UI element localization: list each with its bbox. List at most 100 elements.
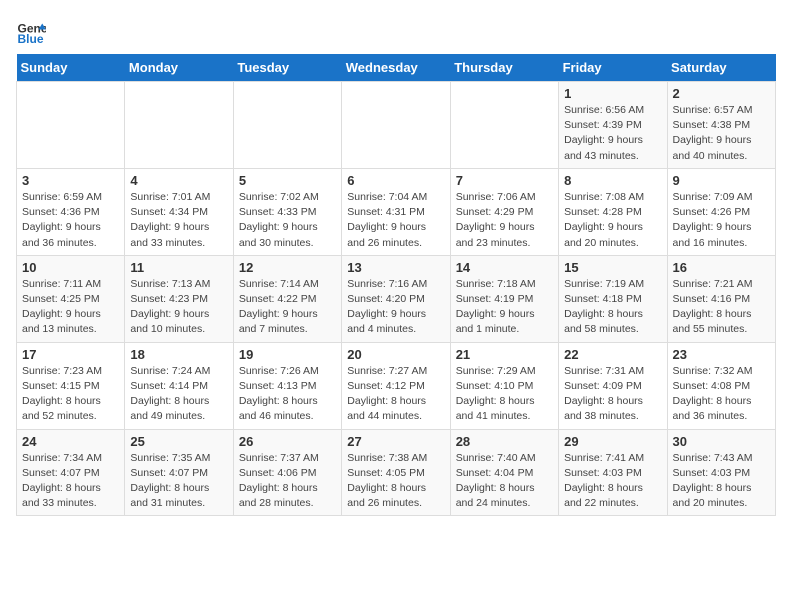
day-number: 4 [130, 173, 227, 188]
weekday-wednesday: Wednesday [342, 54, 450, 82]
calendar-cell: 20Sunrise: 7:27 AM Sunset: 4:12 PM Dayli… [342, 342, 450, 429]
day-info: Sunrise: 7:24 AM Sunset: 4:14 PM Dayligh… [130, 364, 227, 425]
day-number: 5 [239, 173, 336, 188]
weekday-saturday: Saturday [667, 54, 775, 82]
calendar-cell: 13 Sunrise: 7:16 AM Sunset: 4:20 PM Dayli… [342, 255, 450, 342]
day-number: 15 [564, 260, 661, 275]
calendar-cell [17, 82, 125, 169]
logo: General Blue [16, 16, 50, 46]
calendar-cell [125, 82, 233, 169]
calendar-table: SundayMondayTuesdayWednesdayThursdayFrid… [16, 54, 776, 516]
day-info: Sunrise: 7:26 AM Sunset: 4:13 PM Dayligh… [239, 364, 336, 425]
page-header: General Blue [16, 16, 776, 46]
week-row-1: 1 Sunrise: 6:56 AM Sunset: 4:39 PM Daylig… [17, 82, 776, 169]
calendar-cell: 7 Sunrise: 7:06 AM Sunset: 4:29 PM Daylig… [450, 168, 558, 255]
calendar-cell: 29 Sunrise: 7:41 AM Sunset: 4:03 PM Dayli… [559, 429, 667, 516]
calendar-cell: 17 Sunrise: 7:23 AM Sunset: 4:15 PM Dayli… [17, 342, 125, 429]
week-row-2: 3 Sunrise: 6:59 AM Sunset: 4:36 PM Daylig… [17, 168, 776, 255]
day-info: Sunrise: 7:29 AM Sunset: 4:10 PM Dayligh… [456, 364, 553, 425]
day-number: 9 [673, 173, 770, 188]
day-number: 13 [347, 260, 444, 275]
day-number: 23 [673, 347, 770, 362]
calendar-cell: 23Sunrise: 7:32 AM Sunset: 4:08 PM Dayli… [667, 342, 775, 429]
calendar-cell: 22 Sunrise: 7:31 AM Sunset: 4:09 PM Dayli… [559, 342, 667, 429]
day-info: Sunrise: 7:14 AM Sunset: 4:22 PM Dayligh… [239, 277, 336, 338]
day-info: Sunrise: 7:38 AM Sunset: 4:05 PM Dayligh… [347, 451, 444, 512]
day-number: 14 [456, 260, 553, 275]
day-info: Sunrise: 7:41 AM Sunset: 4:03 PM Dayligh… [564, 451, 661, 512]
day-number: 22 [564, 347, 661, 362]
calendar-cell: 2Sunrise: 6:57 AM Sunset: 4:38 PM Daylig… [667, 82, 775, 169]
day-number: 27 [347, 434, 444, 449]
day-number: 1 [564, 86, 661, 101]
calendar-cell: 30Sunrise: 7:43 AM Sunset: 4:03 PM Dayli… [667, 429, 775, 516]
day-info: Sunrise: 7:04 AM Sunset: 4:31 PM Dayligh… [347, 190, 444, 251]
day-number: 25 [130, 434, 227, 449]
day-number: 7 [456, 173, 553, 188]
day-number: 24 [22, 434, 119, 449]
day-number: 29 [564, 434, 661, 449]
week-row-5: 24 Sunrise: 7:34 AM Sunset: 4:07 PM Dayli… [17, 429, 776, 516]
calendar-cell: 21 Sunrise: 7:29 AM Sunset: 4:10 PM Dayli… [450, 342, 558, 429]
day-info: Sunrise: 6:59 AM Sunset: 4:36 PM Dayligh… [22, 190, 119, 251]
day-number: 18 [130, 347, 227, 362]
calendar-cell: 18 Sunrise: 7:24 AM Sunset: 4:14 PM Dayli… [125, 342, 233, 429]
day-info: Sunrise: 7:02 AM Sunset: 4:33 PM Dayligh… [239, 190, 336, 251]
day-info: Sunrise: 6:57 AM Sunset: 4:38 PM Dayligh… [673, 103, 770, 164]
calendar-cell: 6Sunrise: 7:04 AM Sunset: 4:31 PM Daylig… [342, 168, 450, 255]
calendar-cell: 15 Sunrise: 7:19 AM Sunset: 4:18 PM Dayli… [559, 255, 667, 342]
day-info: Sunrise: 7:19 AM Sunset: 4:18 PM Dayligh… [564, 277, 661, 338]
day-number: 8 [564, 173, 661, 188]
weekday-friday: Friday [559, 54, 667, 82]
calendar-cell: 14Sunrise: 7:18 AM Sunset: 4:19 PM Dayli… [450, 255, 558, 342]
day-info: Sunrise: 7:27 AM Sunset: 4:12 PM Dayligh… [347, 364, 444, 425]
calendar-cell: 9Sunrise: 7:09 AM Sunset: 4:26 PM Daylig… [667, 168, 775, 255]
calendar-cell: 26 Sunrise: 7:37 AM Sunset: 4:06 PM Dayli… [233, 429, 341, 516]
day-info: Sunrise: 7:23 AM Sunset: 4:15 PM Dayligh… [22, 364, 119, 425]
day-number: 10 [22, 260, 119, 275]
calendar-cell: 5 Sunrise: 7:02 AM Sunset: 4:33 PM Daylig… [233, 168, 341, 255]
logo-icon: General Blue [16, 16, 46, 46]
day-number: 30 [673, 434, 770, 449]
calendar-cell: 11 Sunrise: 7:13 AM Sunset: 4:23 PM Dayli… [125, 255, 233, 342]
weekday-tuesday: Tuesday [233, 54, 341, 82]
calendar-cell [342, 82, 450, 169]
day-number: 19 [239, 347, 336, 362]
day-number: 28 [456, 434, 553, 449]
day-info: Sunrise: 7:40 AM Sunset: 4:04 PM Dayligh… [456, 451, 553, 512]
calendar-body: 1 Sunrise: 6:56 AM Sunset: 4:39 PM Daylig… [17, 82, 776, 516]
day-info: Sunrise: 7:11 AM Sunset: 4:25 PM Dayligh… [22, 277, 119, 338]
calendar-cell: 4 Sunrise: 7:01 AM Sunset: 4:34 PM Daylig… [125, 168, 233, 255]
calendar-cell: 3 Sunrise: 6:59 AM Sunset: 4:36 PM Daylig… [17, 168, 125, 255]
day-info: Sunrise: 7:35 AM Sunset: 4:07 PM Dayligh… [130, 451, 227, 512]
day-info: Sunrise: 7:37 AM Sunset: 4:06 PM Dayligh… [239, 451, 336, 512]
day-number: 21 [456, 347, 553, 362]
svg-text:Blue: Blue [18, 32, 44, 46]
day-info: Sunrise: 7:13 AM Sunset: 4:23 PM Dayligh… [130, 277, 227, 338]
day-number: 3 [22, 173, 119, 188]
day-number: 16 [673, 260, 770, 275]
day-info: Sunrise: 7:08 AM Sunset: 4:28 PM Dayligh… [564, 190, 661, 251]
day-number: 26 [239, 434, 336, 449]
weekday-sunday: Sunday [17, 54, 125, 82]
day-number: 11 [130, 260, 227, 275]
calendar-cell: 28 Sunrise: 7:40 AM Sunset: 4:04 PM Dayli… [450, 429, 558, 516]
day-info: Sunrise: 6:56 AM Sunset: 4:39 PM Dayligh… [564, 103, 661, 164]
day-info: Sunrise: 7:16 AM Sunset: 4:20 PM Dayligh… [347, 277, 444, 338]
weekday-header-row: SundayMondayTuesdayWednesdayThursdayFrid… [17, 54, 776, 82]
calendar-cell: 12Sunrise: 7:14 AM Sunset: 4:22 PM Dayli… [233, 255, 341, 342]
day-number: 17 [22, 347, 119, 362]
day-info: Sunrise: 7:34 AM Sunset: 4:07 PM Dayligh… [22, 451, 119, 512]
day-info: Sunrise: 7:06 AM Sunset: 4:29 PM Dayligh… [456, 190, 553, 251]
calendar-cell: 10 Sunrise: 7:11 AM Sunset: 4:25 PM Dayli… [17, 255, 125, 342]
calendar-cell: 16 Sunrise: 7:21 AM Sunset: 4:16 PM Dayli… [667, 255, 775, 342]
week-row-3: 10 Sunrise: 7:11 AM Sunset: 4:25 PM Dayli… [17, 255, 776, 342]
day-info: Sunrise: 7:21 AM Sunset: 4:16 PM Dayligh… [673, 277, 770, 338]
calendar-cell: 19 Sunrise: 7:26 AM Sunset: 4:13 PM Dayli… [233, 342, 341, 429]
day-info: Sunrise: 7:01 AM Sunset: 4:34 PM Dayligh… [130, 190, 227, 251]
calendar-cell [450, 82, 558, 169]
calendar-cell: 24 Sunrise: 7:34 AM Sunset: 4:07 PM Dayli… [17, 429, 125, 516]
day-info: Sunrise: 7:31 AM Sunset: 4:09 PM Dayligh… [564, 364, 661, 425]
calendar-cell: 1 Sunrise: 6:56 AM Sunset: 4:39 PM Daylig… [559, 82, 667, 169]
calendar-cell: 27 Sunrise: 7:38 AM Sunset: 4:05 PM Dayli… [342, 429, 450, 516]
